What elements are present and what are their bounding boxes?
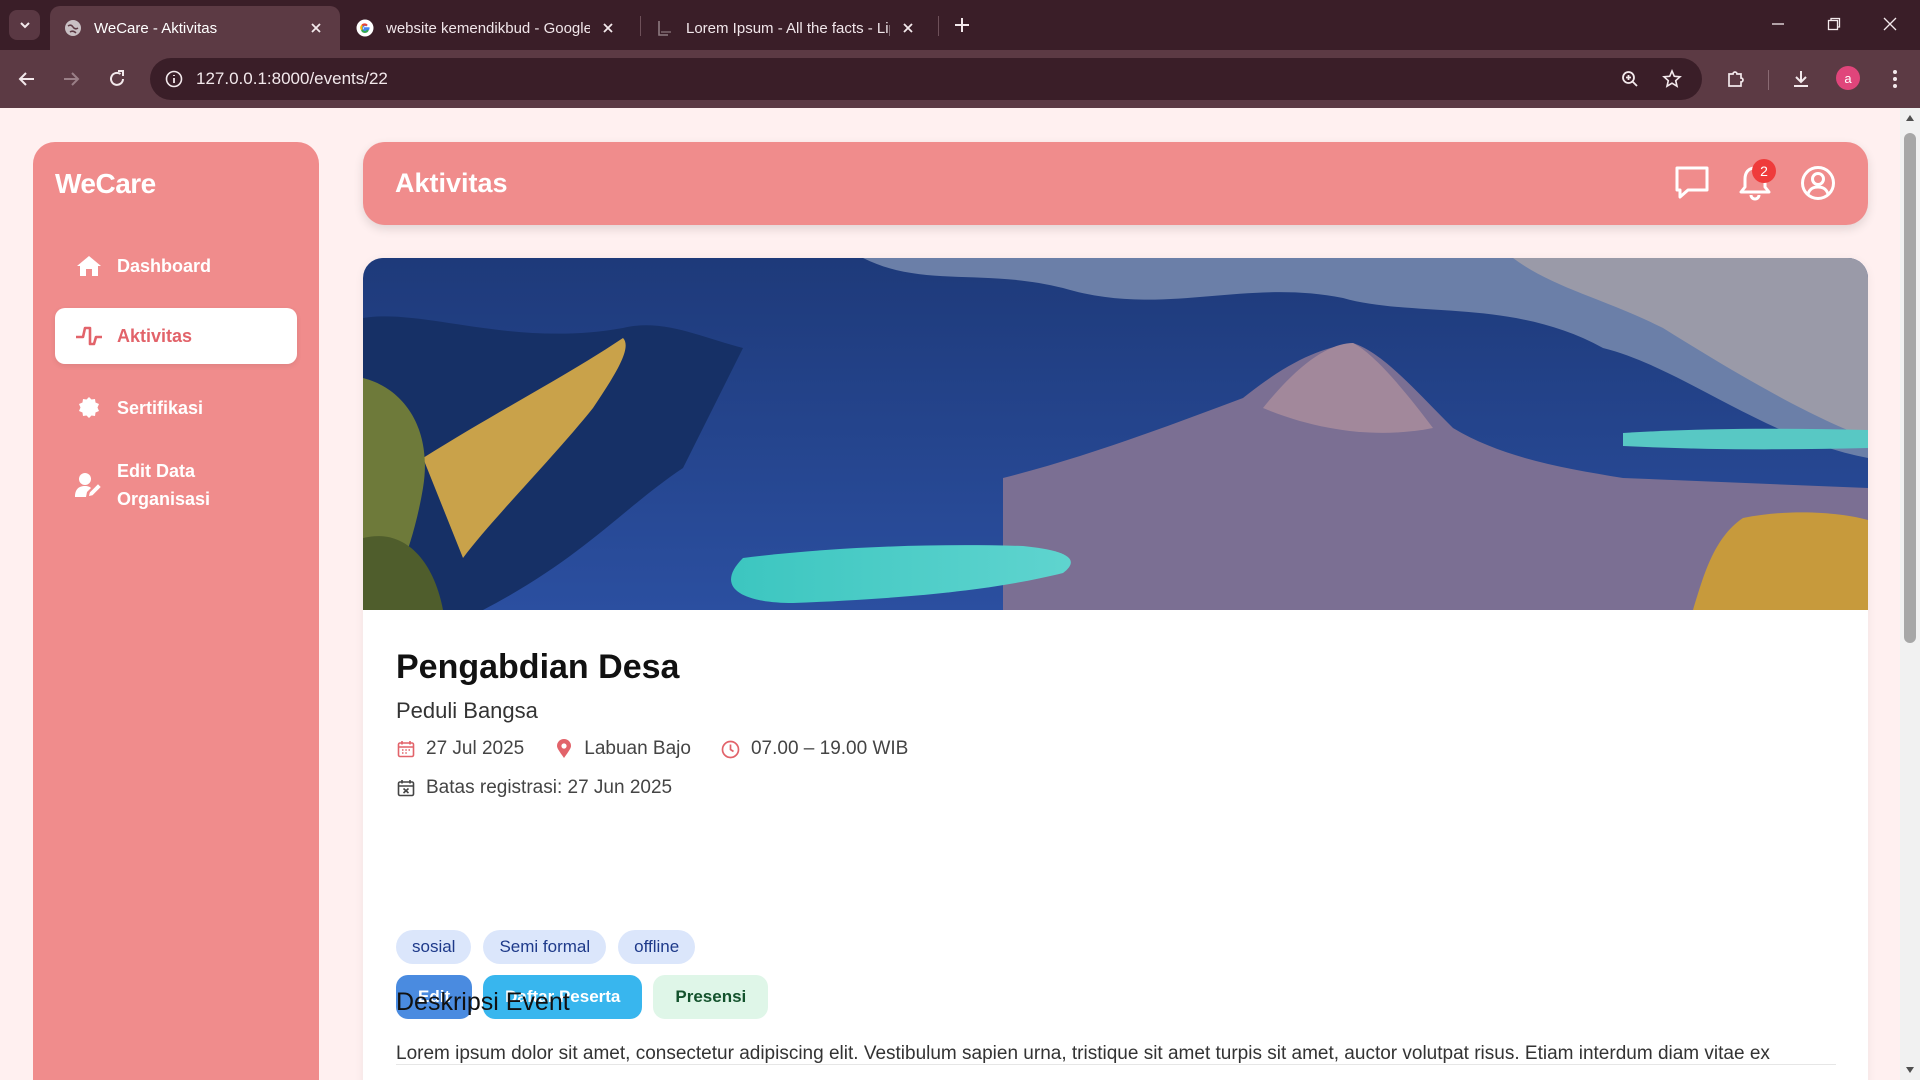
lipsum-icon: [656, 19, 674, 37]
sidebar-item-label: Edit Data Organisasi: [117, 461, 211, 509]
calendar-icon: [396, 739, 416, 759]
tag-sosial: sosial: [396, 930, 472, 964]
event-location: Labuan Bajo: [554, 738, 691, 760]
reload-icon: [110, 70, 124, 86]
tab-separator: [640, 16, 641, 36]
event-date-text: 27 Jul 2025: [426, 738, 525, 759]
event-time-text: 07.00 – 19.00 WIB: [750, 738, 909, 759]
arrow-right-icon: [64, 72, 80, 86]
zoom-icon[interactable]: [1618, 67, 1642, 91]
tab-separator: [938, 16, 939, 36]
close-window-button[interactable]: [1862, 0, 1918, 48]
chat-button[interactable]: [1671, 162, 1713, 204]
globe-icon: [64, 19, 82, 37]
registration-deadline-text: Batas registrasi: 27 Jun 2025: [426, 777, 673, 798]
sidebar-item-label: Dashboard: [117, 256, 212, 276]
google-icon: [356, 19, 374, 37]
page-header: Aktivitas 2: [363, 142, 1868, 225]
sidebar: WeCare Dashboard Aktivitas Sertifikasi E…: [33, 142, 319, 1080]
notification-badge: 2: [1752, 159, 1776, 183]
browser-tab-bar: WeCare - Aktivitas website kemendikbud -…: [0, 0, 1920, 50]
plus-icon: [955, 18, 969, 32]
downloads-button[interactable]: [1786, 64, 1816, 94]
profile-button[interactable]: [1797, 162, 1839, 204]
clock-icon: [721, 739, 741, 759]
sidebar-item-aktivitas[interactable]: Aktivitas: [55, 308, 297, 364]
profile-avatar[interactable]: a: [1836, 66, 1860, 90]
extensions-button[interactable]: [1721, 64, 1751, 94]
restore-button[interactable]: [1806, 0, 1862, 48]
scroll-up-arrow-icon[interactable]: [1904, 112, 1916, 124]
restore-icon: [1827, 17, 1841, 31]
sidebar-item-sertifikasi[interactable]: Sertifikasi: [55, 380, 297, 436]
download-icon: [1794, 71, 1808, 87]
close-icon[interactable]: [306, 18, 326, 38]
description-text: Lorem ipsum dolor sit amet, consectetur …: [396, 1043, 1770, 1064]
chat-icon: [1675, 166, 1709, 199]
page-scrollbar[interactable]: [1900, 108, 1920, 1080]
home-icon: [75, 252, 103, 280]
tab-google[interactable]: website kemendikbud - Google: [342, 6, 632, 50]
tab-title: Lorem Ipsum - All the facts - Lip: [686, 19, 890, 37]
browser-toolbar: 127.0.0.1:8000/events/22: [0, 50, 1920, 108]
activity-icon: [75, 322, 103, 350]
page-title: Aktivitas: [395, 168, 508, 198]
tab-wecare[interactable]: WeCare - Aktivitas: [50, 6, 340, 50]
sidebar-item-label: Sertifikasi: [117, 398, 204, 418]
sidebar-item-label: Aktivitas: [117, 326, 193, 346]
description-heading: Deskripsi Event: [396, 988, 570, 1016]
brand-logo[interactable]: WeCare: [55, 168, 156, 200]
chrome-menu-button[interactable]: [1880, 64, 1910, 94]
registration-deadline: Batas registrasi: 27 Jun 2025: [396, 777, 702, 799]
event-card: Pengabdian Desa Peduli Bangsa 27 Jul 202…: [363, 258, 1868, 1080]
address-bar[interactable]: 127.0.0.1:8000/events/22: [150, 58, 1702, 100]
close-icon: [1883, 17, 1897, 31]
kebab-menu-icon: [1893, 70, 1897, 88]
scrollbar-thumb[interactable]: [1904, 133, 1916, 643]
user-edit-icon: [75, 471, 103, 499]
close-icon[interactable]: [598, 18, 618, 38]
tab-title: WeCare - Aktivitas: [94, 19, 218, 37]
event-date: 27 Jul 2025: [396, 738, 524, 760]
scroll-down-arrow-icon[interactable]: [1904, 1064, 1916, 1076]
event-tags: sosial Semi formal offline: [396, 930, 707, 964]
presensi-button[interactable]: Presensi: [653, 975, 769, 1019]
tab-title: website kemendikbud - Google: [386, 19, 590, 37]
certificate-icon: [75, 394, 103, 422]
tab-search-button[interactable]: [9, 10, 40, 40]
chevron-down-icon: [19, 22, 30, 29]
reload-button[interactable]: [102, 64, 132, 94]
calendar-x-icon: [396, 778, 416, 798]
site-info-icon[interactable]: [162, 67, 186, 91]
new-tab-button[interactable]: [949, 12, 975, 38]
back-button[interactable]: [12, 64, 42, 94]
event-meta-row: 27 Jul 2025 Labuan Bajo 07.00 – 19.00 WI…: [396, 738, 938, 760]
minimize-icon: [1772, 23, 1784, 25]
event-organizer: Peduli Bangsa: [396, 698, 538, 723]
arrow-left-icon: [18, 72, 34, 86]
forward-button[interactable]: [56, 64, 86, 94]
tab-lipsum[interactable]: Lorem Ipsum - All the facts - Lip: [642, 6, 932, 50]
map-pin-icon: [554, 739, 574, 759]
event-location-text: Labuan Bajo: [584, 738, 691, 759]
sidebar-item-edit-data-organisasi[interactable]: Edit Data Organisasi: [55, 448, 297, 522]
minimize-button[interactable]: [1750, 0, 1806, 48]
registration-deadline-item: Batas registrasi: 27 Jun 2025: [396, 777, 672, 799]
tag-semi-formal: Semi formal: [483, 930, 607, 964]
puzzle-icon: [1728, 71, 1744, 87]
sidebar-item-dashboard[interactable]: Dashboard: [55, 238, 297, 294]
event-time: 07.00 – 19.00 WIB: [721, 738, 908, 760]
url-text[interactable]: 127.0.0.1:8000/events/22: [196, 69, 388, 89]
event-banner-image: [363, 258, 1868, 610]
user-circle-icon: [1801, 166, 1835, 200]
tag-offline: offline: [618, 930, 696, 964]
close-icon[interactable]: [898, 18, 918, 38]
bookmark-star-icon[interactable]: [1660, 67, 1684, 91]
page-viewport: WeCare Dashboard Aktivitas Sertifikasi E…: [0, 108, 1900, 1080]
event-title: Pengabdian Desa: [396, 648, 680, 686]
toolbar-divider: [1768, 70, 1769, 90]
